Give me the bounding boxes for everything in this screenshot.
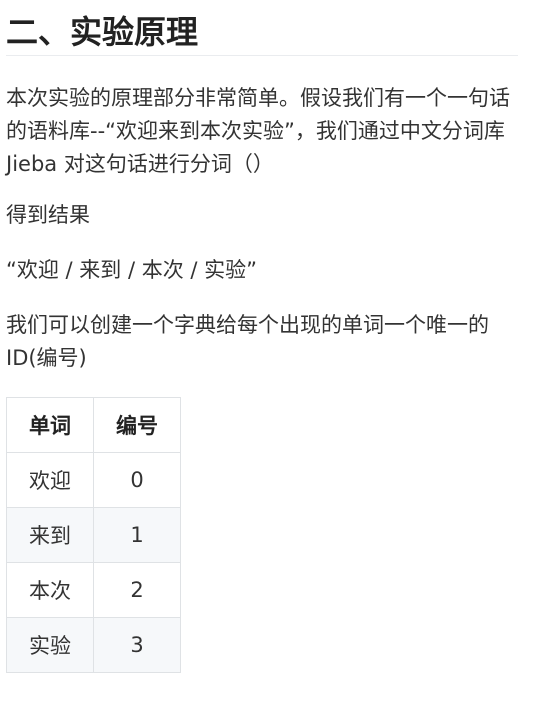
- table-cell-id: 0: [93, 452, 181, 508]
- table-row: 欢迎 0: [6, 452, 181, 508]
- dictionary-description-paragraph: 我们可以创建一个字典给每个出现的单词一个唯一的 ID(编号): [6, 313, 489, 370]
- section-heading: 二、实验原理: [6, 0, 518, 56]
- document-page: 二、实验原理 本次实验的原理部分非常简单。假设我们有一个一句话的语料库--“欢迎…: [0, 0, 542, 720]
- table-cell-word: 欢迎: [6, 452, 94, 508]
- table-cell-word: 实验: [6, 617, 94, 673]
- table-cell-id: 2: [93, 562, 181, 618]
- table-cell-id: 3: [93, 617, 181, 673]
- table-row: 来到 1: [6, 507, 181, 563]
- result-label-paragraph: 得到结果: [6, 203, 90, 227]
- word-id-table: 单词 编号 欢迎 0 来到 1 本次 2 实验 3: [6, 397, 181, 673]
- table-cell-word: 本次: [6, 562, 94, 618]
- header-word: 单词: [6, 397, 94, 453]
- table-header-row: 单词 编号: [6, 397, 181, 453]
- segmentation-result-paragraph: “欢迎 / 来到 / 本次 / 实验”: [6, 258, 258, 282]
- table-cell-id: 1: [93, 507, 181, 563]
- table-row: 本次 2: [6, 562, 181, 618]
- table-cell-word: 来到: [6, 507, 94, 563]
- intro-paragraph: 本次实验的原理部分非常简单。假设我们有一个一句话的语料库--“欢迎来到本次实验”…: [6, 86, 510, 176]
- header-id: 编号: [93, 397, 181, 453]
- table-row: 实验 3: [6, 617, 181, 673]
